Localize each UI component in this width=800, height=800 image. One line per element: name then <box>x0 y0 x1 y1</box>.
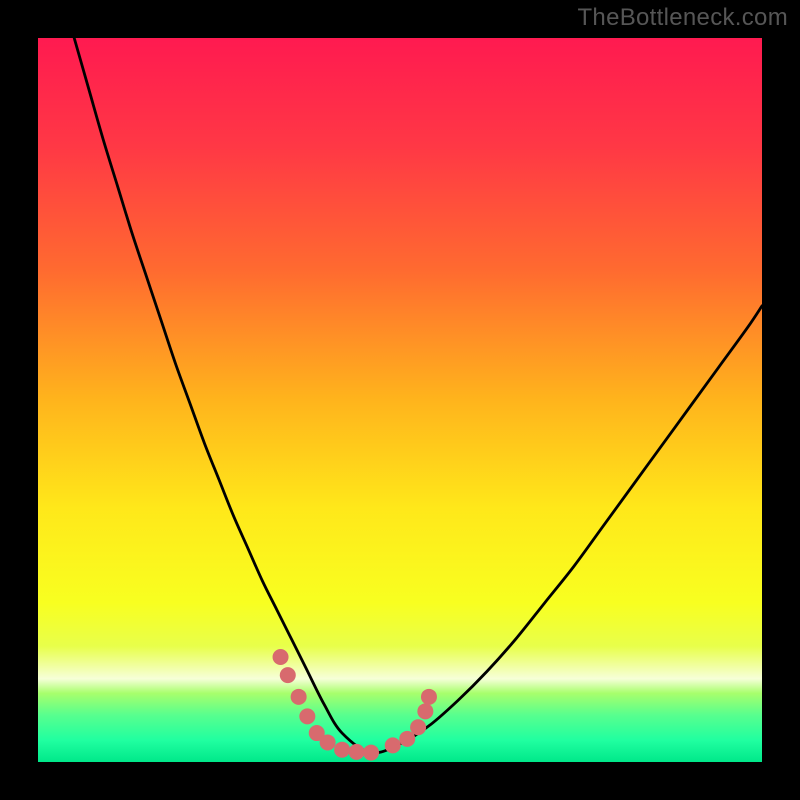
watermark-label: TheBottleneck.com <box>577 4 788 32</box>
chart-container: TheBottleneck.com <box>0 0 800 800</box>
data-marker <box>349 744 365 760</box>
data-marker <box>273 649 289 665</box>
data-marker <box>334 742 350 758</box>
plot-area <box>38 38 762 762</box>
data-marker <box>410 719 426 735</box>
data-marker <box>280 667 296 683</box>
gradient-background <box>38 38 762 762</box>
data-marker <box>291 689 307 705</box>
data-marker <box>417 703 433 719</box>
data-marker <box>363 745 379 761</box>
chart-svg <box>38 38 762 762</box>
data-marker <box>320 734 336 750</box>
data-marker <box>299 708 315 724</box>
data-marker <box>385 737 401 753</box>
data-marker <box>421 689 437 705</box>
